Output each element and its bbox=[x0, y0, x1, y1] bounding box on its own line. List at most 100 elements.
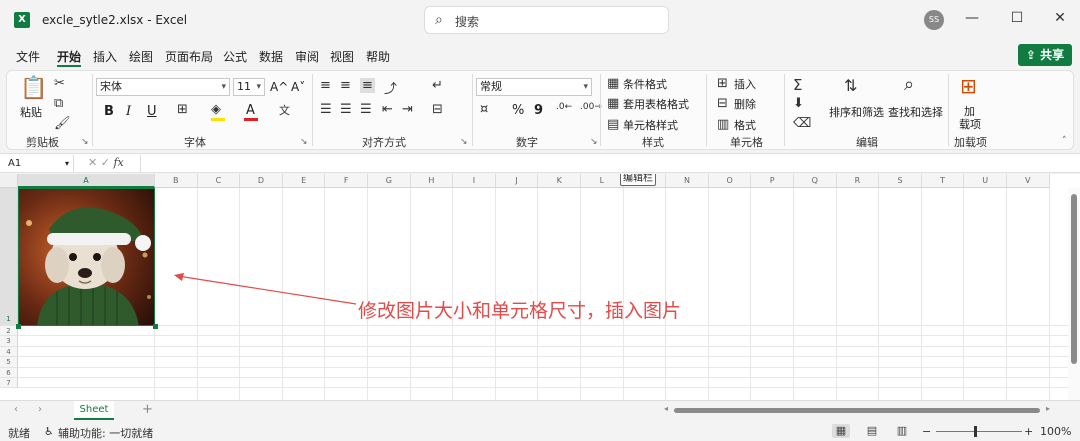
page-break-view-icon[interactable]: ▥ bbox=[893, 424, 911, 438]
borders-icon[interactable]: ⊞ bbox=[177, 102, 188, 117]
number-launcher-icon[interactable]: ↘ bbox=[590, 137, 598, 147]
row-header-5[interactable]: 5 bbox=[0, 357, 18, 368]
page-layout-view-icon[interactable]: ▤ bbox=[863, 424, 881, 438]
zoom-slider-thumb[interactable] bbox=[974, 426, 977, 437]
menu-home[interactable]: 开始 bbox=[57, 48, 81, 65]
vertical-scrollbar[interactable] bbox=[1068, 188, 1080, 400]
sheet-tab[interactable]: Sheet bbox=[74, 401, 114, 420]
align-top-icon[interactable]: ≡ bbox=[320, 78, 331, 93]
paste-icon[interactable]: 📋 bbox=[20, 76, 47, 101]
add-sheet-button[interactable]: + bbox=[142, 402, 153, 417]
column-header-g[interactable]: G bbox=[368, 174, 411, 188]
column-header-v[interactable]: V bbox=[1007, 174, 1050, 188]
maximize-button[interactable]: ☐ bbox=[1007, 10, 1027, 26]
menu-page-layout[interactable]: 页面布局 bbox=[165, 48, 213, 65]
menu-formulas[interactable]: 公式 bbox=[223, 48, 247, 65]
clear-icon[interactable]: ⌫ bbox=[793, 116, 811, 131]
bold-button[interactable]: B bbox=[104, 104, 114, 119]
close-button[interactable]: ✕ bbox=[1050, 10, 1070, 26]
name-box[interactable]: A1 ▾ bbox=[4, 155, 74, 172]
formula-input[interactable] bbox=[140, 155, 1076, 172]
merge-center-icon[interactable]: ⊟ bbox=[432, 102, 443, 117]
addins-button-line2[interactable]: 载项 bbox=[959, 116, 981, 132]
menu-data[interactable]: 数据 bbox=[259, 48, 283, 65]
autosum-icon[interactable]: Σ bbox=[793, 76, 802, 94]
fx-icon[interactable]: fx bbox=[113, 156, 123, 169]
prev-sheet-icon[interactable]: ‹ bbox=[14, 404, 18, 415]
decrease-font-button[interactable]: A˅ bbox=[291, 80, 305, 94]
clipboard-launcher-icon[interactable]: ↘ bbox=[81, 137, 89, 147]
enter-icon[interactable]: ✓ bbox=[101, 156, 110, 169]
find-select-button[interactable]: 查找和选择 bbox=[888, 104, 943, 120]
number-format-select[interactable]: 常规 ▾ bbox=[476, 78, 592, 96]
percent-button[interactable]: % bbox=[512, 103, 524, 118]
underline-button[interactable]: U bbox=[147, 104, 157, 119]
comma-style-button[interactable]: 9 bbox=[534, 103, 543, 118]
row-header-4[interactable]: 4 bbox=[0, 346, 18, 358]
align-left-icon[interactable]: ☰ bbox=[320, 102, 332, 117]
column-header-k[interactable]: K bbox=[538, 174, 581, 188]
selection-handle[interactable] bbox=[153, 324, 158, 329]
fill-color-icon[interactable]: ◈ bbox=[211, 102, 221, 117]
column-header-u[interactable]: U bbox=[964, 174, 1007, 188]
spreadsheet-grid[interactable]: ABCDEFGHIJKLMNOPQRSTUV 1234567 bbox=[0, 174, 1080, 400]
align-center-icon[interactable]: ☰ bbox=[340, 102, 352, 117]
row-header-1[interactable]: 1 bbox=[0, 188, 18, 326]
column-header-s[interactable]: S bbox=[879, 174, 922, 188]
font-color-button[interactable]: A bbox=[246, 103, 255, 118]
format-painter-icon[interactable]: 🖌 bbox=[54, 116, 71, 131]
horizontal-scroll-thumb[interactable] bbox=[674, 408, 1040, 413]
decrease-indent-icon[interactable]: ⇤ bbox=[382, 102, 393, 117]
zoom-level[interactable]: 100% bbox=[1040, 425, 1071, 438]
increase-indent-icon[interactable]: ⇥ bbox=[402, 102, 413, 117]
share-button[interactable]: ⇪ 共享 bbox=[1018, 44, 1072, 66]
italic-button[interactable]: I bbox=[126, 104, 131, 119]
column-header-t[interactable]: T bbox=[921, 174, 965, 188]
row-header-7[interactable]: 7 bbox=[0, 378, 18, 389]
increase-decimal-icon[interactable]: .0← bbox=[556, 102, 572, 112]
collapse-ribbon-icon[interactable]: ˄ bbox=[1062, 136, 1067, 146]
column-header-d[interactable]: D bbox=[240, 174, 283, 188]
align-bottom-icon[interactable]: ≡ bbox=[360, 78, 375, 93]
column-header-j[interactable]: J bbox=[495, 174, 539, 188]
selection-handle[interactable] bbox=[16, 324, 21, 329]
zoom-slider[interactable] bbox=[936, 431, 1022, 432]
cancel-icon[interactable]: ✕ bbox=[88, 156, 97, 169]
menu-review[interactable]: 审阅 bbox=[295, 48, 319, 65]
cell-styles-button[interactable]: 单元格样式 bbox=[623, 117, 678, 133]
row-header-6[interactable]: 6 bbox=[0, 367, 18, 378]
fill-icon[interactable]: ⬇ bbox=[793, 96, 804, 111]
column-header-o[interactable]: O bbox=[708, 174, 752, 188]
column-header-p[interactable]: P bbox=[751, 174, 794, 188]
column-header-c[interactable]: C bbox=[197, 174, 241, 188]
column-header-n[interactable]: N bbox=[666, 174, 709, 188]
column-header-f[interactable]: F bbox=[325, 174, 368, 188]
zoom-in-icon[interactable]: + bbox=[1024, 425, 1033, 438]
wrap-text-icon[interactable]: ↵ bbox=[432, 78, 443, 93]
alignment-launcher-icon[interactable]: ↘ bbox=[460, 137, 468, 147]
delete-cells-button[interactable]: 删除 bbox=[734, 96, 756, 112]
accessibility-status[interactable]: 辅助功能: 一切就绪 bbox=[58, 425, 153, 441]
vertical-scroll-thumb[interactable] bbox=[1071, 194, 1077, 364]
decrease-decimal-icon[interactable]: .00→ bbox=[580, 102, 602, 112]
column-header-b[interactable]: B bbox=[155, 174, 198, 188]
row-header-3[interactable]: 3 bbox=[0, 336, 18, 347]
search-box[interactable]: ⌕ 搜索 bbox=[424, 6, 669, 34]
minimize-button[interactable]: — bbox=[962, 10, 982, 26]
menu-insert[interactable]: 插入 bbox=[93, 48, 117, 65]
menu-help[interactable]: 帮助 bbox=[366, 48, 390, 65]
format-cells-button[interactable]: 格式 bbox=[734, 117, 756, 133]
accounting-format-icon[interactable]: ¤ bbox=[480, 102, 488, 117]
font-size-select[interactable]: 11 ▾ bbox=[233, 78, 265, 96]
column-header-a[interactable]: A bbox=[18, 174, 155, 188]
insert-cells-button[interactable]: 插入 bbox=[734, 76, 756, 92]
phonetic-icon[interactable]: 文 bbox=[279, 102, 290, 118]
conditional-format-button[interactable]: 条件格式 bbox=[623, 76, 667, 92]
normal-view-icon[interactable]: ▦ bbox=[832, 424, 850, 438]
increase-font-button[interactable]: A^ bbox=[270, 80, 288, 94]
select-all-corner[interactable] bbox=[0, 174, 18, 188]
inserted-picture[interactable] bbox=[18, 188, 155, 326]
sort-filter-button[interactable]: 排序和筛选 bbox=[829, 104, 884, 120]
scroll-left-icon[interactable]: ◂ bbox=[664, 404, 668, 413]
align-middle-icon[interactable]: ≡ bbox=[340, 78, 351, 93]
